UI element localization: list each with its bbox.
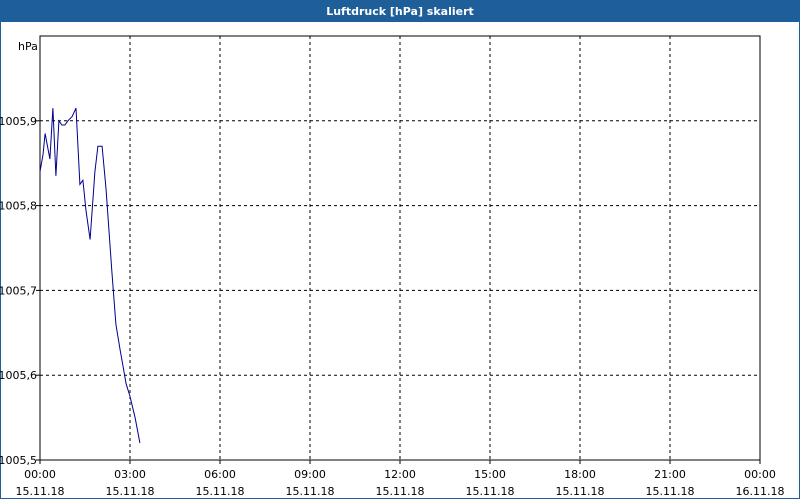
x-tick-date: 15.11.18: [286, 485, 335, 498]
x-tick-date: 15.11.18: [376, 485, 425, 498]
series-line: [39, 107, 141, 444]
chart-svg: hPa 1005,5 1005,6 1005,7 1005,8 1005,9 00:00…: [0, 35, 785, 498]
y-tick-label: 1005,7: [0, 284, 37, 297]
x-tick-time: 00:00: [744, 468, 776, 481]
x-tick-date: 15.11.18: [16, 485, 65, 498]
y-tick-label: 1005,5: [0, 454, 37, 467]
y-tick-label: 1005,9: [0, 115, 37, 128]
x-tick-time: 18:00: [564, 468, 596, 481]
x-tick-time: 00:00: [24, 468, 56, 481]
x-tick-time: 12:00: [384, 468, 416, 481]
x-tick-date: 15.11.18: [466, 485, 515, 498]
x-tick-time: 06:00: [204, 468, 236, 481]
x-tick-time: 03:00: [114, 468, 146, 481]
x-tick-time: 09:00: [294, 468, 326, 481]
x-tick-date: 15.11.18: [106, 485, 155, 498]
x-axis-ticks: 00:00 15.11.18 03:00 15.11.18 06:00 15.11.18 0…: [16, 460, 785, 498]
y-tick-label: 1005,8: [0, 200, 37, 213]
y-axis-ticks: 1005,5 1005,6 1005,7 1005,8 1005,9: [0, 115, 40, 467]
y-tick-label: 1005,6: [0, 369, 37, 382]
grid-lines: [40, 36, 760, 460]
x-tick-date: 15.11.18: [556, 485, 605, 498]
x-tick-date: 15.11.18: [196, 485, 245, 498]
x-tick-date: 15.11.18: [646, 485, 695, 498]
x-tick-time: 15:00: [474, 468, 506, 481]
y-axis-label: hPa: [18, 40, 38, 53]
x-tick-date: 16.11.18: [736, 485, 785, 498]
x-tick-time: 21:00: [654, 468, 686, 481]
